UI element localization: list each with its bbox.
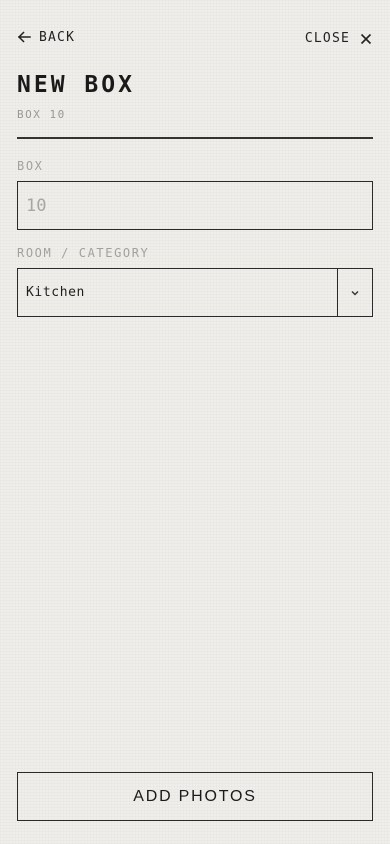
page-title: NEW BOX	[17, 72, 135, 98]
back-label: BACK	[39, 29, 76, 45]
chevron-down-icon	[351, 290, 359, 295]
header-divider	[17, 137, 373, 139]
room-category-select[interactable]: Kitchen	[17, 268, 373, 317]
arrow-left-icon	[17, 30, 31, 44]
room-category-value: Kitchen	[26, 285, 85, 300]
top-bar: BACK CLOSE	[17, 26, 373, 48]
back-button[interactable]: BACK	[17, 30, 75, 45]
close-label: CLOSE	[304, 31, 350, 46]
close-button[interactable]: CLOSE	[305, 31, 373, 46]
add-photos-button[interactable]: ADD PHOTOS	[17, 772, 373, 821]
room-category-label: ROOM / CATEGORY	[17, 246, 150, 260]
page-subtitle: BOX 10	[17, 108, 66, 121]
dropdown-toggle[interactable]	[337, 269, 372, 316]
box-number-input[interactable]	[17, 181, 373, 230]
box-field-label: BOX	[17, 159, 44, 173]
close-icon	[359, 32, 373, 46]
